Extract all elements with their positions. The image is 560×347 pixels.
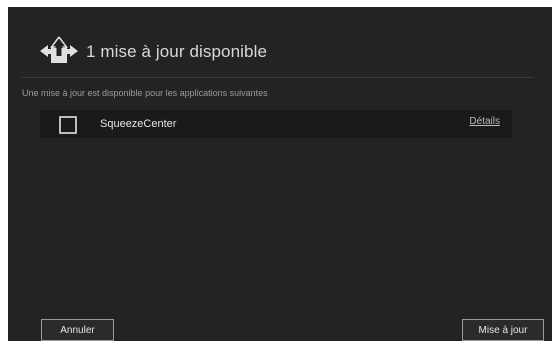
update-button[interactable]: Mise à jour [462,319,544,341]
details-link[interactable]: Détails [469,116,500,127]
dialog-title: 1 mise à jour disponible [86,42,267,61]
update-arrow-icon [38,34,80,70]
header-divider [22,77,534,78]
update-list-item: SqueezeCenter Détails [40,110,512,138]
update-dialog: 1 mise à jour disponible Une mise à jour… [8,7,552,341]
dialog-subtitle: Une mise à jour est disponible pour les … [22,88,268,98]
cancel-button[interactable]: Annuler [41,319,114,341]
app-name: SqueezeCenter [100,118,177,130]
update-checkbox[interactable] [59,116,77,134]
dialog-header: 1 mise à jour disponible [38,32,267,72]
